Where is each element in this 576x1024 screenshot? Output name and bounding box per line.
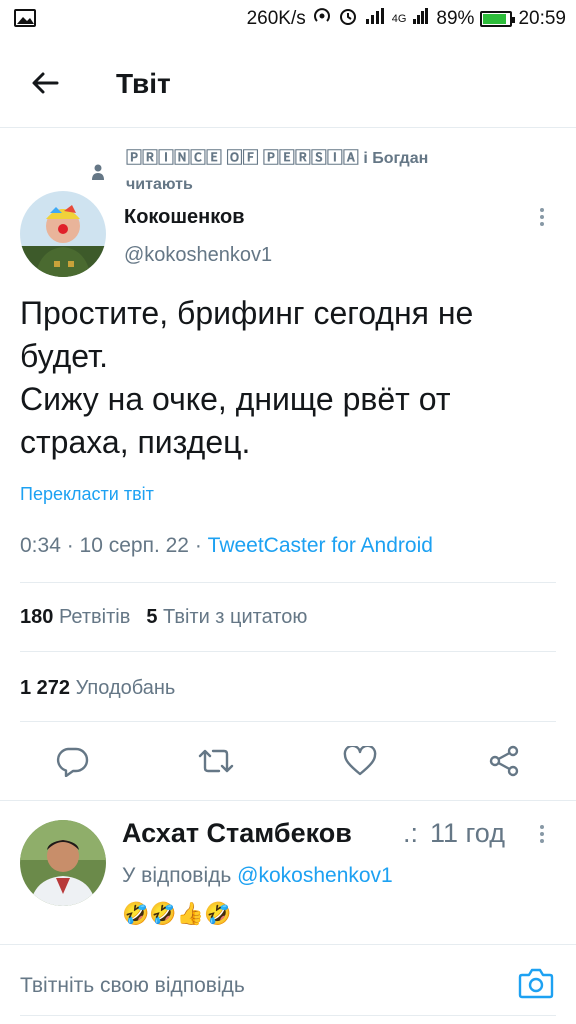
social-context-names: 🄿🅁🄸🄽🄲🄴 🄾🄵 🄿🄴🅁🅂🄸🄰 і Богдан: [126, 150, 429, 167]
like-button[interactable]: [340, 738, 380, 784]
tweet-text-line: будет.: [20, 338, 108, 374]
retweets-label: Ретвітів: [58, 606, 131, 628]
retweet-button[interactable]: [196, 738, 236, 784]
reply-author-avatar[interactable]: [20, 820, 106, 906]
tweet-text-line: страха, пиздец.: [20, 424, 251, 460]
reply-to-label: У відповідь: [122, 864, 238, 887]
alarm-icon: [338, 6, 358, 32]
author-avatar[interactable]: [20, 191, 106, 277]
likes-label: Уподобань: [75, 677, 176, 699]
clock: 20:59: [518, 8, 566, 29]
quotes-count: 5: [146, 606, 158, 628]
reply-to-handle[interactable]: @kokoshenkov1: [237, 864, 393, 887]
tweet-more-options-button[interactable]: [532, 203, 552, 231]
compose-bar: [0, 944, 576, 1024]
divider: [20, 582, 556, 583]
section-divider: [0, 800, 576, 801]
share-button[interactable]: [484, 738, 524, 784]
page-title: Твіт: [116, 68, 171, 99]
tweet-text: Простите, брифинг сегодня не будет. Сижу…: [20, 292, 550, 464]
camera-button[interactable]: [518, 967, 558, 1003]
like-icon: [343, 746, 377, 776]
reply-time: 11 год: [430, 818, 505, 848]
likes-count: 1 272: [20, 677, 71, 699]
battery-icon: [480, 11, 516, 27]
tweet-source-link[interactable]: TweetCaster for Android: [208, 534, 433, 557]
battery-percent: 89%: [436, 8, 475, 29]
app-header: Твіт: [0, 38, 576, 128]
signal-icon-2: [412, 7, 430, 31]
reply-to-line: У відповідь @kokoshenkov1: [122, 864, 393, 888]
quotes-stat[interactable]: 5 Твіти з цитатою: [146, 606, 307, 628]
reply-name-ellipsis: .:: [403, 818, 419, 848]
quotes-label: Твіти з цитатою: [163, 606, 308, 628]
arrow-left-icon: [32, 72, 59, 94]
camera-icon: [518, 968, 554, 999]
social-context[interactable]: 🄿🅁🄸🄽🄲🄴 🄾🄵 🄿🄴🅁🅂🄸🄰 і Богдан читають: [92, 146, 532, 198]
divider: [20, 721, 556, 722]
tweet-meta: 0:34 · 10 серп. 22 · TweetCaster for And…: [20, 534, 433, 558]
retweet-icon: [198, 749, 234, 773]
author-handle[interactable]: @kokoshenkov1: [124, 244, 272, 267]
retweet-stats: 180 Ретвітів 5 Твіти з цитатою: [20, 606, 307, 629]
social-context-verb: читають: [126, 176, 193, 193]
reply-more-options-button[interactable]: [532, 820, 552, 848]
retweets-stat[interactable]: 180 Ретвітів: [20, 606, 130, 628]
tweet-actions: [0, 738, 576, 788]
translate-tweet-link[interactable]: Перекласти твіт: [20, 484, 154, 505]
tweet-timestamp: 0:34 · 10 серп. 22 ·: [20, 534, 208, 557]
back-button[interactable]: [28, 66, 62, 100]
author-name[interactable]: Кокошенков: [124, 206, 245, 229]
reply-input[interactable]: [20, 969, 480, 1003]
signal-icon: [364, 7, 386, 31]
gallery-notification-icon: [14, 9, 36, 32]
share-icon: [489, 745, 519, 777]
divider: [20, 651, 556, 652]
reply-text: 🤣🤣👍🤣: [122, 901, 232, 926]
reply-author-name[interactable]: Асхат Стамбеков: [122, 818, 352, 849]
likes-stat[interactable]: 1 272 Уподобань: [20, 677, 175, 700]
reply-button[interactable]: [52, 738, 92, 784]
network-speed: 260K/s: [246, 8, 306, 29]
tweet-text-line: Сижу на очке, днище рвёт от: [20, 381, 451, 417]
status-bar: 260K/s 4G 89% 20:59: [0, 0, 576, 38]
network-type: 4G: [391, 13, 407, 25]
reply-icon: [56, 747, 89, 777]
retweets-count: 180: [20, 606, 54, 628]
hotspot-icon: [312, 6, 332, 32]
tweet-text-line: Простите, брифинг сегодня не: [20, 295, 474, 331]
compose-underline: [20, 1015, 556, 1016]
